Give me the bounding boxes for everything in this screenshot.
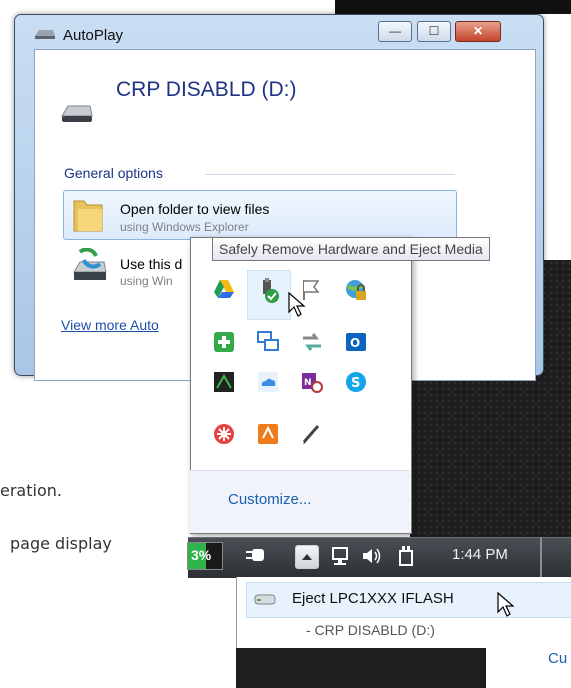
- drive-title: CRP DISABLD (D:): [116, 78, 297, 101]
- network-lock-icon[interactable]: [344, 278, 368, 302]
- google-drive-icon[interactable]: [212, 278, 236, 302]
- skype-icon[interactable]: S: [344, 370, 368, 394]
- customize-link[interactable]: Customize...: [228, 491, 311, 508]
- section-divider: [205, 174, 455, 175]
- close-button[interactable]: ✕: [455, 21, 501, 42]
- terminal-app-icon[interactable]: [212, 370, 236, 394]
- battery-percent: 3%: [191, 547, 212, 563]
- usb-drive-small-icon: [254, 592, 278, 611]
- show-desktop-button[interactable]: [540, 537, 542, 577]
- customize-link-partial[interactable]: Cu: [548, 650, 567, 667]
- drive-small-icon: [33, 27, 57, 45]
- cloud-icon[interactable]: [256, 370, 280, 394]
- background-text-line1: eration.: [0, 481, 62, 500]
- sync-arrows-icon[interactable]: [300, 330, 324, 354]
- background-text-line2: page display: [10, 534, 112, 553]
- display-network-icon[interactable]: [256, 330, 280, 354]
- window-title: AutoPlay: [63, 27, 124, 44]
- eject-item-label: Eject LPC1XXX IFLASH: [292, 590, 454, 607]
- power-plug-icon[interactable]: [246, 546, 268, 569]
- volume-icon[interactable]: [361, 546, 383, 571]
- red-snowflake-icon[interactable]: [212, 422, 236, 446]
- taskbar-clock[interactable]: 1:44 PM: [452, 546, 508, 563]
- orange-app-icon[interactable]: [256, 422, 280, 446]
- safely-remove-hardware-icon[interactable]: [256, 278, 280, 303]
- network-icon[interactable]: [330, 546, 352, 571]
- show-hidden-icons-button[interactable]: [295, 545, 319, 569]
- onenote-icon[interactable]: N: [300, 370, 324, 394]
- view-more-autoplay-link[interactable]: View more Auto: [61, 317, 159, 333]
- outlook-icon[interactable]: O: [344, 330, 368, 354]
- eject-item-sublabel: - CRP DISABLD (D:): [306, 622, 435, 638]
- svg-text:O: O: [350, 336, 360, 350]
- usb-drive-icon: [60, 102, 94, 129]
- desktop-background-bottom: [236, 648, 486, 688]
- svg-text:N: N: [304, 378, 312, 388]
- maximize-button[interactable]: ☐: [417, 21, 451, 42]
- battery-indicator[interactable]: 3%: [187, 542, 223, 570]
- use-this-option-label[interactable]: Use this d: [120, 256, 182, 272]
- use-this-option-sublabel: using Win: [120, 274, 173, 288]
- minimize-button[interactable]: —: [378, 21, 412, 42]
- safely-remove-tooltip: Safely Remove Hardware and Eject Media: [212, 237, 490, 261]
- usb-device-tray-icon[interactable]: [395, 545, 417, 572]
- green-app-icon[interactable]: [212, 330, 236, 354]
- open-folder-label: Open folder to view files: [120, 201, 270, 217]
- mouse-cursor-icon: [288, 291, 306, 323]
- open-folder-sublabel: using Windows Explorer: [120, 220, 249, 234]
- mouse-cursor-icon: [497, 591, 515, 623]
- general-options-heading: General options: [64, 165, 163, 181]
- readyboost-icon: [70, 247, 110, 293]
- pen-icon[interactable]: [300, 422, 324, 446]
- background-dark-strip: [335, 0, 571, 14]
- svg-text:S: S: [351, 376, 360, 391]
- folder-icon: [72, 195, 104, 238]
